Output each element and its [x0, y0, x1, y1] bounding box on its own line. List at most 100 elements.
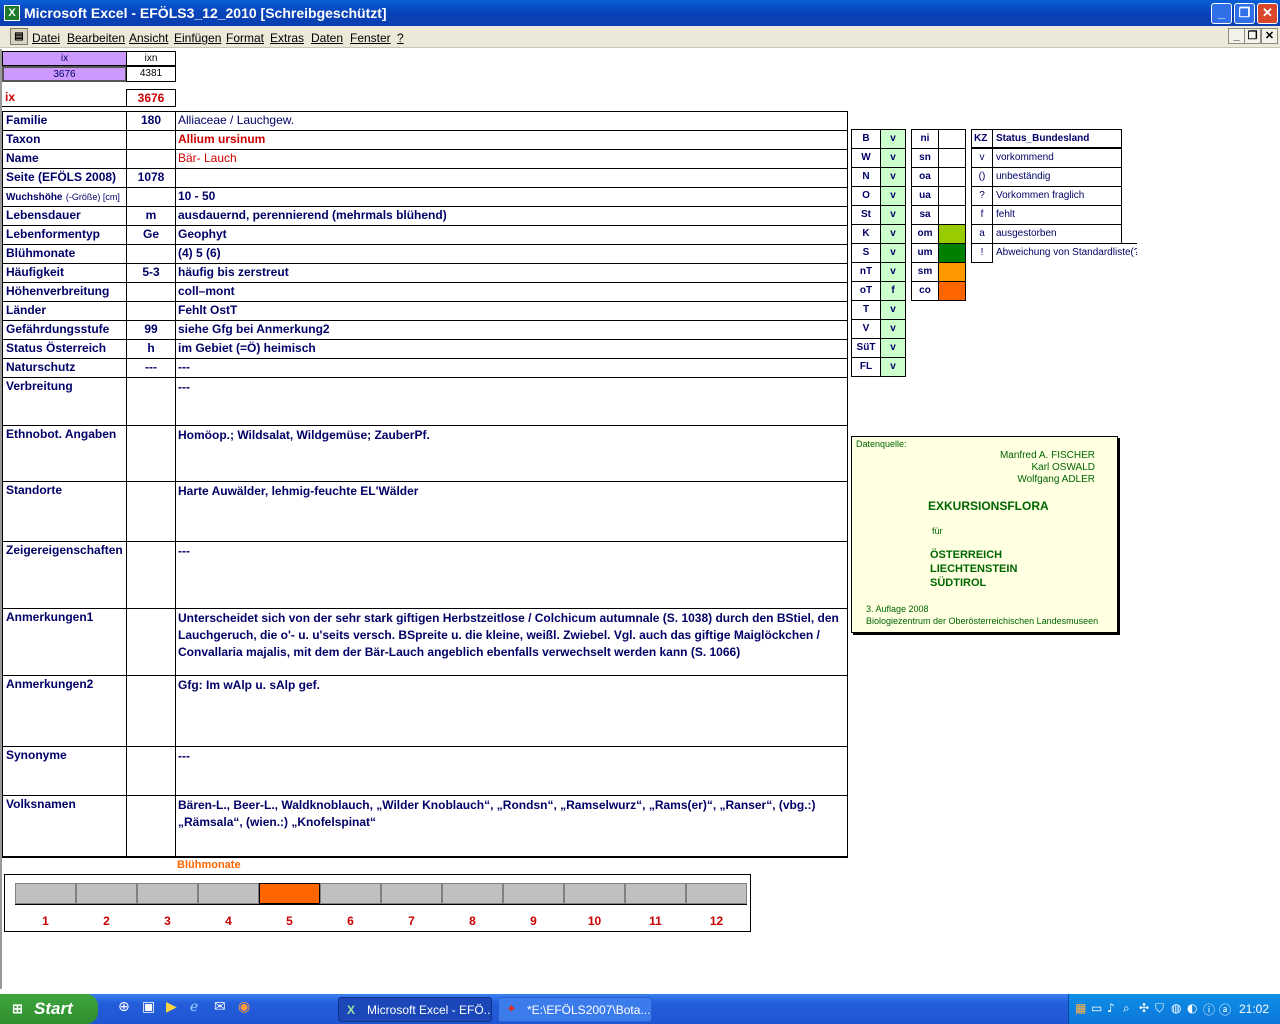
zone-color-um[interactable] — [938, 243, 966, 263]
menu-einfuegen[interactable]: Einfügen — [174, 31, 221, 45]
row-code-h-henverbreitung[interactable] — [126, 282, 176, 302]
menu-help[interactable]: ? — [397, 31, 404, 45]
zone-color-sn[interactable] — [938, 148, 966, 168]
region-status-b[interactable]: v — [880, 129, 906, 149]
tray-security-icon[interactable]: ◍ — [1171, 1001, 1181, 1015]
legend-kz-3[interactable]: f — [971, 205, 993, 225]
row-code-anmerkungen1[interactable] — [126, 608, 176, 676]
row-code-bl-hmonate[interactable] — [126, 244, 176, 264]
row-label-naturschutz[interactable]: Naturschutz — [2, 358, 127, 378]
tray-avira-icon[interactable]: ⓐ — [1219, 1001, 1231, 1018]
zone-color-ni[interactable] — [938, 129, 966, 149]
legend-text-1[interactable]: unbeständig — [992, 167, 1122, 187]
zone-code-ua[interactable]: ua — [911, 186, 939, 206]
legend-text-2[interactable]: Vorkommen fraglich — [992, 186, 1122, 206]
region-code-o[interactable]: O — [851, 186, 881, 206]
document-icon[interactable]: ▤ — [10, 28, 28, 45]
row-code-zeigereigenschaften[interactable] — [126, 541, 176, 609]
region-code-fl[interactable]: FL — [851, 357, 881, 377]
legend-kz-2[interactable]: ? — [971, 186, 993, 206]
row-value-lebenformentyp[interactable]: Geophyt — [175, 225, 848, 245]
row-label-anmerkungen1[interactable]: Anmerkungen1 — [2, 608, 127, 676]
row-code-wuchsh-he[interactable] — [126, 187, 176, 207]
row-value-status-sterreich[interactable]: im Gebiet (=Ö) heimisch — [175, 339, 848, 359]
row-label-anmerkungen2[interactable]: Anmerkungen2 — [2, 675, 127, 747]
region-code-st[interactable]: St — [851, 205, 881, 225]
row-code-verbreitung[interactable] — [126, 377, 176, 426]
zone-color-oa[interactable] — [938, 167, 966, 187]
row-label-bl-hmonate[interactable]: Blühmonate — [2, 244, 127, 264]
row-value-l-nder[interactable]: Fehlt OstT — [175, 301, 848, 321]
row-value-wuchsh-he[interactable]: 10 - 50 — [175, 187, 848, 207]
ix-header[interactable]: ix — [2, 51, 127, 66]
region-code-w[interactable]: W — [851, 148, 881, 168]
ixn-value-cell[interactable]: 4381 — [126, 66, 176, 82]
region-status-s[interactable]: v — [880, 243, 906, 263]
row-label-status-sterreich[interactable]: Status Österreich — [2, 339, 127, 359]
ixn-header[interactable]: ixn — [126, 51, 176, 66]
row-label-familie[interactable]: Familie — [2, 111, 127, 131]
row-code-naturschutz[interactable]: --- — [126, 358, 176, 378]
zone-code-sa[interactable]: sa — [911, 205, 939, 225]
row-label-h-ufigkeit[interactable]: Häufigkeit — [2, 263, 127, 283]
doc-minimize-button[interactable]: _ — [1228, 28, 1245, 44]
legend-text-4[interactable]: ausgestorben — [992, 224, 1122, 244]
row-label-name[interactable]: Name — [2, 149, 127, 169]
row-label-synonyme[interactable]: Synonyme — [2, 746, 127, 796]
tray-network-icon[interactable]: ▭ — [1091, 1001, 1102, 1015]
region-code-v[interactable]: V — [851, 319, 881, 339]
bloom-chart[interactable]: 1 2 3 4 5 6 7 8 9 10 11 12 — [4, 874, 751, 932]
quicklaunch-desktop-icon[interactable]: ▣ — [142, 999, 160, 1017]
region-status-ot[interactable]: f — [880, 281, 906, 301]
clock[interactable]: 21:02 — [1239, 1002, 1269, 1016]
row-code-seite-ef-ls-2008[interactable]: 1078 — [126, 168, 176, 188]
legend-kz-5[interactable]: ! — [971, 243, 993, 263]
region-status-st[interactable]: v — [880, 205, 906, 225]
legend-text-0[interactable]: vorkommend — [992, 148, 1122, 168]
row-code-anmerkungen2[interactable] — [126, 675, 176, 747]
zone-code-sm[interactable]: sm — [911, 262, 939, 282]
zone-color-om[interactable] — [938, 224, 966, 244]
row-label-h-henverbreitung[interactable]: Höhenverbreitung — [2, 282, 127, 302]
row-value-standorte[interactable]: Harte Auwälder, lehmig-feuchte EL'Wälder — [175, 481, 848, 542]
menu-daten[interactable]: Daten — [311, 31, 343, 45]
minimize-button[interactable]: _ — [1211, 3, 1232, 24]
region-status-t[interactable]: v — [880, 300, 906, 320]
region-code-n[interactable]: N — [851, 167, 881, 187]
row-code-ethnobot-angaben[interactable] — [126, 425, 176, 482]
menu-ansicht[interactable]: Ansicht — [129, 31, 168, 45]
task-explorer[interactable]: ✦ *E:\EFÖLS2007\Bota... — [498, 997, 652, 1022]
row-value-ethnobot-angaben[interactable]: Homöop.; Wildsalat, Wildgemüse; ZauberPf… — [175, 425, 848, 482]
row-label-seite-ef-ls-2008[interactable]: Seite (EFÖLS 2008) — [2, 168, 127, 188]
restore-button[interactable]: ❐ — [1234, 3, 1255, 24]
row-code-taxon[interactable] — [126, 130, 176, 150]
quicklaunch-firefox-icon[interactable]: ◉ — [238, 999, 256, 1017]
row-label-wuchsh-he[interactable]: Wuchshöhe (-Größe) [cm] — [2, 187, 127, 207]
legend-text-5[interactable]: Abweichung von Standardliste(?) — [992, 243, 1137, 263]
zone-code-ni[interactable]: ni — [911, 129, 939, 149]
region-code-b[interactable]: B — [851, 129, 881, 149]
data-source-box[interactable]: Datenquelle: Manfred A. FISCHER Karl OSW… — [851, 436, 1118, 633]
row-label-ethnobot-angaben[interactable]: Ethnobot. Angaben — [2, 425, 127, 482]
ix-value-cell[interactable]: 3676 — [2, 66, 127, 82]
row-code-synonyme[interactable] — [126, 746, 176, 796]
region-status-n[interactable]: v — [880, 167, 906, 187]
row-value-zeigereigenschaften[interactable]: --- — [175, 541, 848, 609]
zone-code-um[interactable]: um — [911, 243, 939, 263]
row-label-lebenformentyp[interactable]: Lebenformentyp — [2, 225, 127, 245]
region-status-süt[interactable]: v — [880, 338, 906, 358]
legend-kz-4[interactable]: a — [971, 224, 993, 244]
zone-color-co[interactable] — [938, 281, 966, 301]
row-value-h-henverbreitung[interactable]: coll–mont — [175, 282, 848, 302]
row-code-gef-hrdungsstufe[interactable]: 99 — [126, 320, 176, 340]
row-code-volksnamen[interactable] — [126, 795, 176, 857]
menu-format[interactable]: Format — [226, 31, 264, 45]
region-code-s[interactable]: S — [851, 243, 881, 263]
region-status-k[interactable]: v — [880, 224, 906, 244]
row-value-taxon[interactable]: Allium ursinum — [175, 130, 848, 150]
zone-code-oa[interactable]: oa — [911, 167, 939, 187]
doc-restore-button[interactable]: ❐ — [1244, 28, 1261, 44]
quicklaunch-media-icon[interactable]: ▶ — [166, 999, 184, 1017]
region-code-k[interactable]: K — [851, 224, 881, 244]
zone-code-co[interactable]: co — [911, 281, 939, 301]
